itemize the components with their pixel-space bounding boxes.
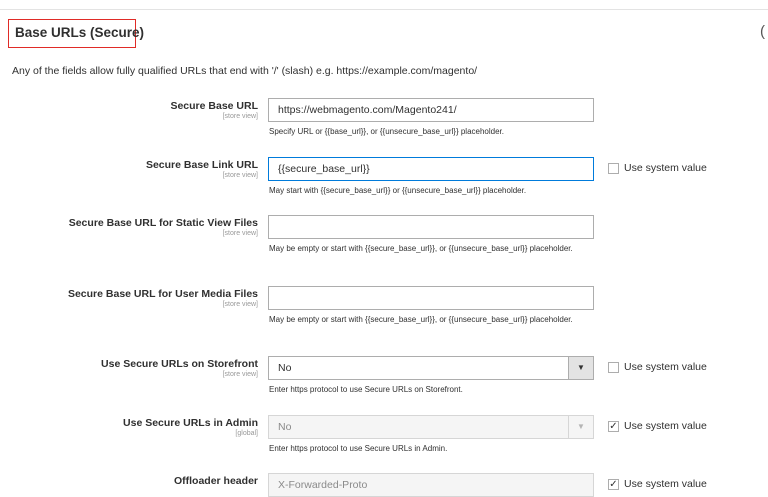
field-label: Use Secure URLs on Storefront [101,358,258,370]
field-label: Use Secure URLs in Admin [123,417,258,429]
use-system-value-label[interactable]: Use system value [624,361,707,373]
use-system-value-label[interactable]: Use system value [624,420,707,432]
section-intro-text: Any of the fields allow fully qualified … [12,65,478,77]
field-note: May start with {{secure_base_url}} or {{… [269,186,527,195]
secure-base-link-url-input[interactable]: {{secure_base_url}} [268,157,594,181]
field-label: Secure Base Link URL [145,159,258,171]
field-scope: [store view] [222,172,258,179]
offloader-header-input[interactable]: X-Forwarded-Proto [268,473,594,497]
field-label: Secure Base URL for Static View Files [68,217,258,229]
use-system-value-label[interactable]: Use system value [624,162,707,174]
use-system-value-label[interactable]: Use system value [624,478,707,490]
section-title-base-urls-secure[interactable]: Base URLs (Secure) [8,19,144,48]
field-scope: [global] [235,430,258,437]
top-divider [0,9,768,10]
field-scope: [store view] [222,301,258,308]
secure-base-url-input[interactable]: https://webmagento.com/Magento241/ [268,98,594,122]
field-label: Offloader header [173,475,258,487]
use-system-value-control[interactable]: Use system value [608,162,748,177]
use-system-value-checkbox[interactable] [608,163,619,174]
use-system-value-control[interactable]: ✓ Use system value [608,478,748,493]
field-note: Enter https protocol to use Secure URLs … [269,444,448,453]
select-value: No [278,421,292,433]
field-scope: [store view] [222,113,258,120]
use-secure-admin-select[interactable]: No ▼ [268,415,594,439]
field-scope: [store view] [222,371,258,378]
field-note: May be empty or start with {{secure_base… [269,244,573,253]
field-scope: [store view] [222,230,258,237]
field-label: Secure Base URL for User Media Files [67,288,258,300]
field-note: May be empty or start with {{secure_base… [269,315,573,324]
chevron-down-icon[interactable]: ▼ [568,416,593,438]
secure-base-url-static-input[interactable] [268,215,594,239]
field-label: Secure Base URL [170,100,258,112]
field-note: Enter https protocol to use Secure URLs … [269,385,463,394]
use-system-value-checkbox[interactable]: ✓ [608,421,619,432]
secure-base-url-media-input[interactable] [268,286,594,310]
use-system-value-checkbox[interactable] [608,362,619,373]
chevron-down-icon[interactable]: ▼ [568,357,593,379]
use-system-value-checkbox[interactable]: ✓ [608,479,619,490]
select-value: No [278,362,292,374]
use-secure-storefront-select[interactable]: No ▼ [268,356,594,380]
use-system-value-control[interactable]: Use system value [608,361,748,376]
use-system-value-control[interactable]: ✓ Use system value [608,420,748,435]
collapse-toggle-icon[interactable]: ( [760,24,768,40]
field-note: Specify URL or {{base_url}}, or {{unsecu… [269,127,504,136]
